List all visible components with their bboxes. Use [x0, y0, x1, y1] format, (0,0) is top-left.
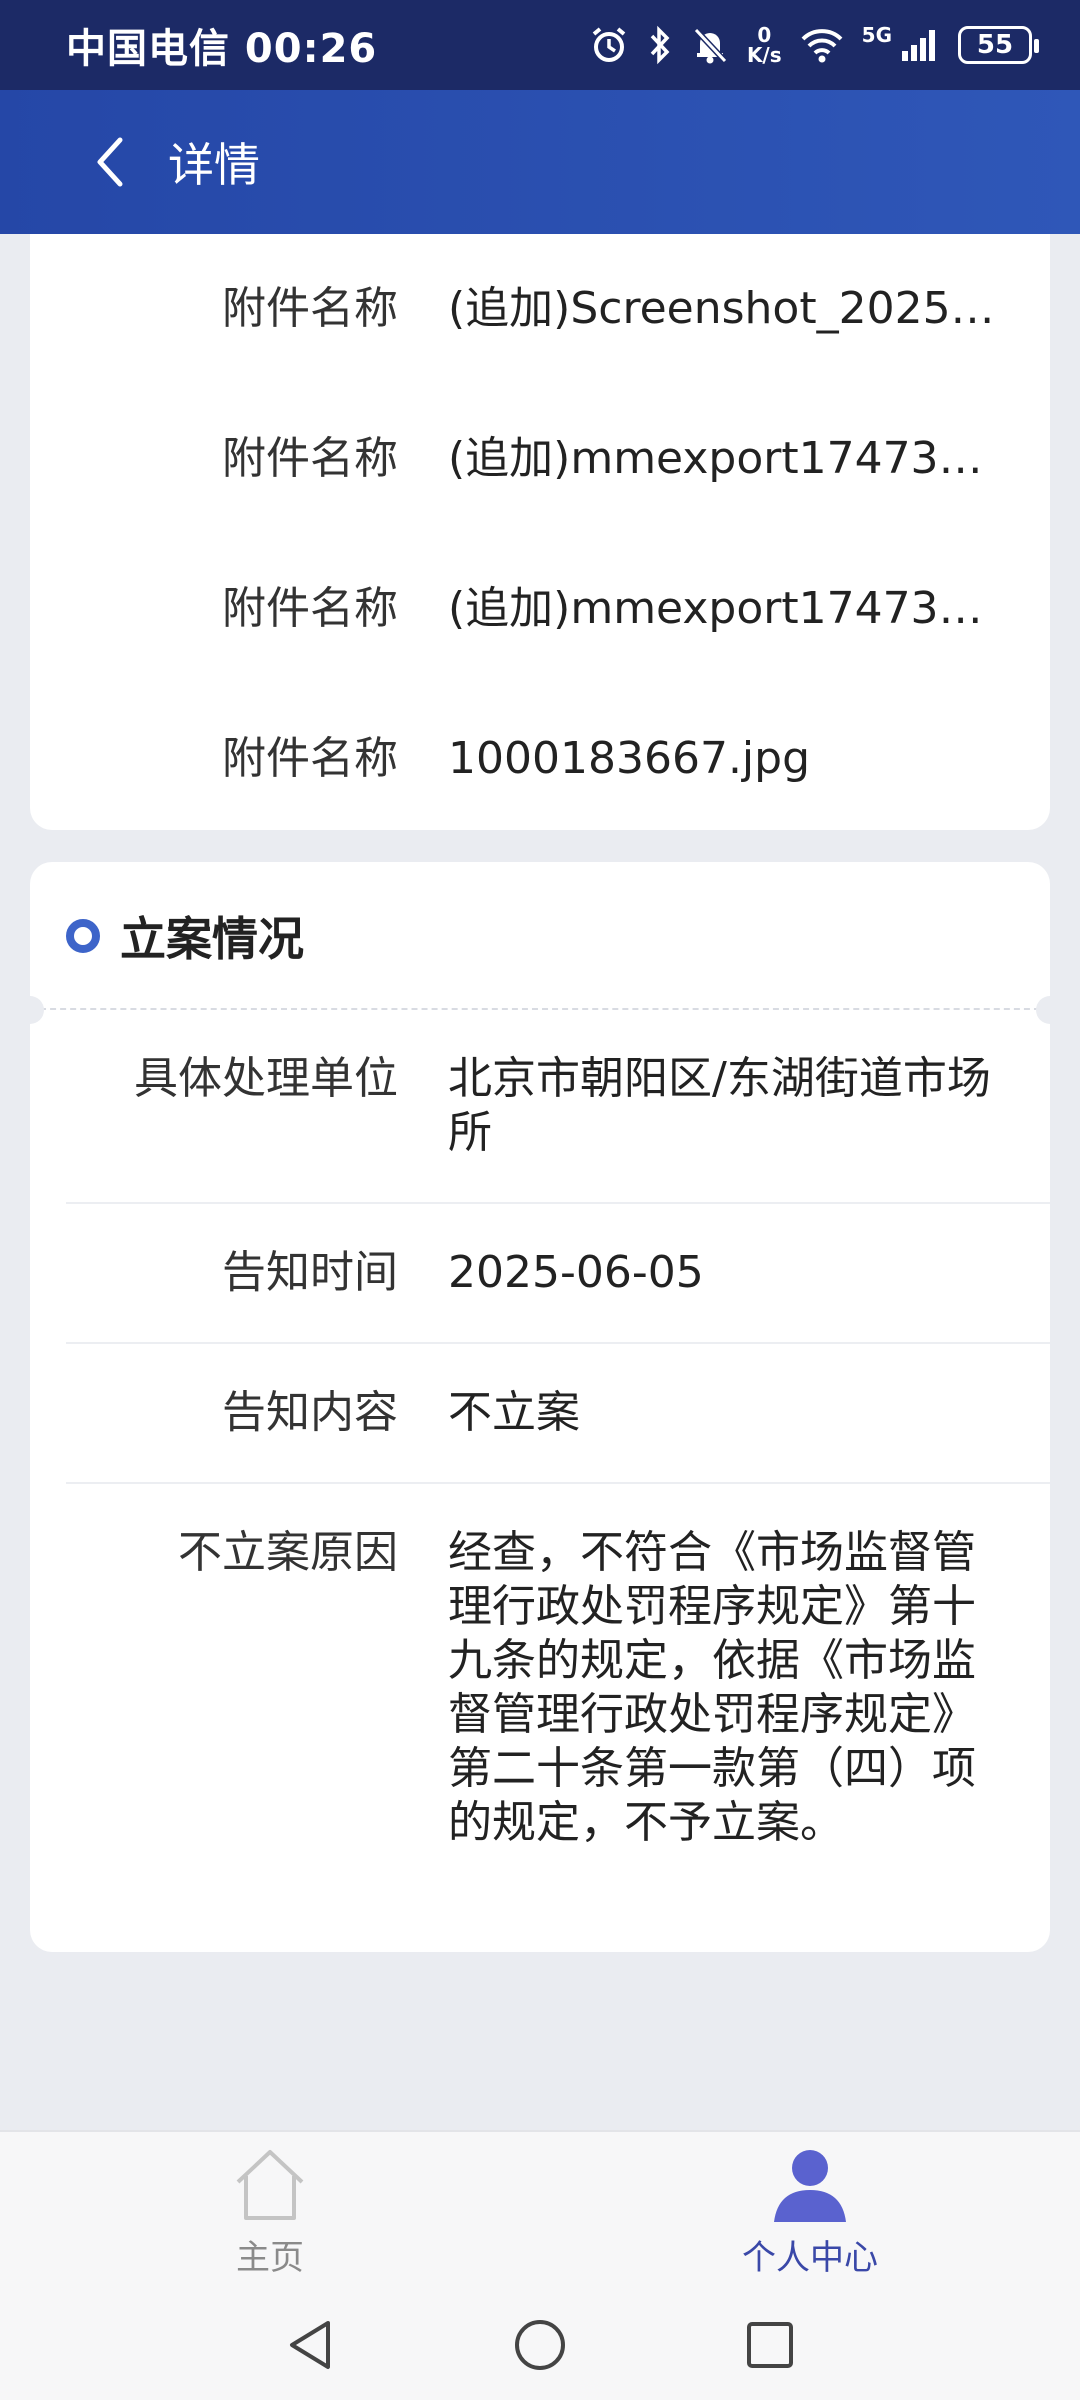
tab-home[interactable]: 主页	[0, 2132, 540, 2290]
field-label: 具体处理单位	[134, 1053, 398, 1104]
field-value: 不立案	[448, 1387, 580, 1438]
info-row-notice-time: 告知时间 2025-06-05	[66, 1204, 1050, 1344]
field-label: 告知内容	[222, 1387, 398, 1438]
attachment-name[interactable]: 1000183667.jpg	[448, 732, 1008, 786]
network-type: 5G	[861, 23, 892, 47]
carrier-time: 中国电信 00:26	[66, 26, 378, 72]
mute-bell-icon	[691, 25, 729, 65]
info-row-notice-content: 告知内容 不立案	[66, 1344, 1050, 1484]
tab-home-label: 主页	[236, 2238, 304, 2278]
attachment-row[interactable]: 附件名称 (追加)Screenshot_2025…	[30, 234, 1050, 384]
attachment-row[interactable]: 附件名称 (追加)mmexport174732…	[30, 534, 1050, 684]
alarm-icon	[589, 25, 629, 65]
attachment-label: 附件名称	[222, 283, 398, 334]
section-title: 立案情况	[120, 912, 304, 966]
info-row-reason: 不立案原因 经查，不符合《市场监督管理行政处罚程序规定》第十九条的规定，依据《市…	[66, 1484, 1050, 1892]
user-icon	[774, 2150, 846, 2222]
chevron-left-icon	[97, 137, 123, 187]
nav-back-button[interactable]	[270, 2305, 350, 2385]
status-icons: 0 K/s 5G 55	[589, 23, 1039, 67]
home-icon	[236, 2150, 304, 2220]
attachment-label: 附件名称	[222, 433, 398, 484]
triangle-back-icon	[290, 2321, 330, 2369]
net-speed: 0 K/s	[746, 23, 782, 67]
attachments-card: 附件名称 (追加)Screenshot_2025… 附件名称 (追加)mmexp…	[30, 234, 1050, 830]
app-header: 详情	[0, 90, 1080, 234]
bottom-tab-bar: 主页 个人中心	[0, 2130, 1080, 2290]
tab-personal-center[interactable]: 个人中心	[540, 2132, 1080, 2290]
battery-indicator: 55	[958, 26, 1039, 64]
page-title: 详情	[168, 138, 260, 192]
wifi-icon	[800, 27, 844, 63]
section-dot-icon	[66, 919, 100, 953]
section-header: 立案情况	[16, 862, 1064, 1024]
field-value: 经查，不符合《市场监督管理行政处罚程序规定》第十九条的规定，依据《市场监督管理行…	[448, 1527, 976, 1848]
status-bar: 中国电信 00:26 0 K/s 5G 55	[0, 0, 1080, 90]
circle-home-icon	[515, 2320, 565, 2370]
square-recents-icon	[747, 2322, 793, 2368]
attachment-row[interactable]: 附件名称 (追加)mmexport174732…	[30, 384, 1050, 534]
info-row-handling-unit: 具体处理单位 北京市朝阳区/东湖街道市场所	[66, 1010, 1050, 1204]
attachment-name[interactable]: (追加)Screenshot_2025…	[448, 282, 1008, 336]
attachment-name[interactable]: (追加)mmexport174732…	[448, 432, 1008, 486]
field-value: 北京市朝阳区/东湖街道市场所	[448, 1053, 991, 1158]
attachment-row[interactable]: 附件名称 1000183667.jpg	[30, 684, 1050, 834]
back-button[interactable]	[60, 112, 160, 212]
field-label: 告知时间	[222, 1247, 398, 1298]
system-nav-bar	[0, 2290, 1080, 2400]
card-notch	[16, 996, 44, 1024]
nav-recents-button[interactable]	[730, 2305, 810, 2385]
field-label: 不立案原因	[178, 1527, 398, 1578]
attachment-name[interactable]: (追加)mmexport174732…	[448, 582, 1008, 636]
case-filing-card: 立案情况 具体处理单位 北京市朝阳区/东湖街道市场所 告知时间 2025-06-…	[16, 862, 1064, 1952]
tab-personal-center-label: 个人中心	[742, 2238, 878, 2278]
bluetooth-icon	[647, 25, 673, 65]
signal-icon	[900, 27, 940, 63]
attachment-label: 附件名称	[222, 583, 398, 634]
field-value: 2025-06-05	[448, 1247, 704, 1298]
attachment-label: 附件名称	[222, 733, 398, 784]
nav-home-button[interactable]	[500, 2305, 580, 2385]
